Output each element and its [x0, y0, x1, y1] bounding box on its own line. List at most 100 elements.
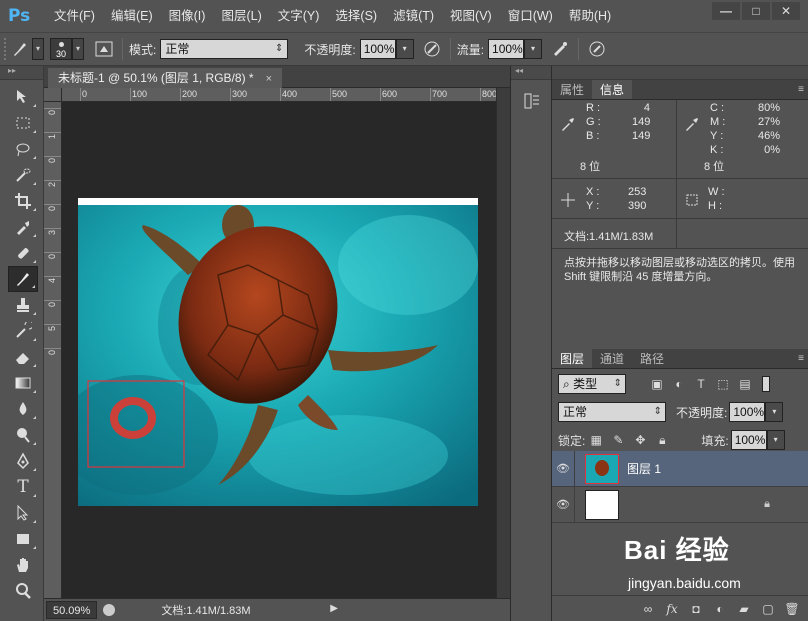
- new-adjustment-icon[interactable]: ◐: [712, 602, 728, 616]
- pressure-opacity-icon[interactable]: [420, 37, 444, 61]
- tab-properties[interactable]: 属性: [552, 80, 592, 99]
- lock-image-icon[interactable]: ✎: [607, 433, 629, 447]
- layer-name[interactable]: 图层 1: [627, 460, 661, 477]
- filter-smart-object-icon[interactable]: ▤: [734, 377, 756, 391]
- filter-adjustment-icon[interactable]: ◐: [668, 377, 690, 391]
- crop-tool-icon[interactable]: [8, 188, 38, 214]
- layer-row[interactable]: 👁︎ 图层 1: [552, 450, 808, 487]
- menu-window[interactable]: 窗口(W): [500, 0, 561, 32]
- clone-stamp-tool-icon[interactable]: [8, 292, 38, 318]
- status-menu-arrow-icon[interactable]: ▶: [330, 603, 338, 614]
- dodge-tool-icon[interactable]: [8, 422, 38, 448]
- eraser-tool-icon[interactable]: [8, 344, 38, 370]
- link-layers-icon[interactable]: ∞: [640, 602, 656, 616]
- share-icon[interactable]: [103, 604, 116, 616]
- history-panel-icon[interactable]: [521, 92, 543, 114]
- new-group-icon[interactable]: ▰: [736, 602, 752, 616]
- blend-mode-select[interactable]: 正常: [558, 402, 666, 422]
- panel-menu-icon[interactable]: ≡: [798, 84, 804, 95]
- menu-layer[interactable]: 图层(L): [213, 0, 269, 32]
- brush-panel-toggle-icon[interactable]: [92, 37, 116, 61]
- panel-dock-header[interactable]: ◂◂: [511, 66, 551, 80]
- ruler-corner[interactable]: [44, 88, 62, 102]
- menu-image[interactable]: 图像(I): [161, 0, 214, 32]
- close-button[interactable]: ✕: [772, 2, 800, 20]
- tab-layers[interactable]: 图层: [552, 349, 593, 368]
- layers-panel-menu-icon[interactable]: ≡: [798, 353, 804, 364]
- lasso-tool-icon[interactable]: [8, 136, 38, 162]
- document-tab-bar: 未标题-1 @ 50.1% (图层 1, RGB/8) * ×: [44, 66, 510, 88]
- eyedropper-tool-icon[interactable]: [8, 214, 38, 240]
- ruler-tick: [44, 348, 61, 349]
- minimize-button[interactable]: —: [712, 2, 740, 20]
- maximize-button[interactable]: □: [742, 2, 770, 20]
- menu-filter[interactable]: 滤镜(T): [385, 0, 442, 32]
- filter-pixel-icon[interactable]: ▣: [646, 377, 668, 391]
- rgb-eyedropper-icon[interactable]: [560, 116, 576, 132]
- pen-tool-icon[interactable]: [8, 448, 38, 474]
- lock-transparent-icon[interactable]: ▦: [585, 433, 607, 447]
- marquee-tool-icon[interactable]: [8, 110, 38, 136]
- tab-paths[interactable]: 路径: [632, 349, 672, 368]
- menu-edit[interactable]: 编辑(E): [103, 0, 161, 32]
- airbrush-icon[interactable]: [548, 37, 572, 61]
- blur-tool-icon[interactable]: [8, 396, 38, 422]
- menu-select[interactable]: 选择(S): [327, 0, 385, 32]
- menu-view[interactable]: 视图(V): [442, 0, 500, 32]
- horizontal-ruler[interactable]: 0 100 200 300 400 500 600 700 800: [62, 88, 496, 102]
- fill-input[interactable]: 100%: [730, 430, 767, 450]
- vertical-ruler[interactable]: 0 1 0 2 0 3 0 4 0 5 0: [44, 102, 62, 598]
- visibility-eye-icon[interactable]: 👁︎: [552, 498, 574, 511]
- info-panel-header[interactable]: [552, 66, 808, 80]
- lock-position-icon[interactable]: ✥: [629, 433, 651, 447]
- layer-opacity-input[interactable]: 100%: [729, 402, 766, 422]
- mode-select[interactable]: 正常: [160, 39, 289, 59]
- history-brush-tool-icon[interactable]: [8, 318, 38, 344]
- filter-type-icon[interactable]: T: [690, 377, 712, 391]
- brush-tool-icon[interactable]: [8, 266, 38, 292]
- flow-input[interactable]: 100%: [488, 39, 525, 59]
- move-tool-icon[interactable]: [8, 84, 38, 110]
- filter-kind-select[interactable]: ⌕ 类型: [558, 374, 626, 394]
- brush-preset-dropdown[interactable]: ▾: [72, 38, 84, 60]
- delete-layer-icon[interactable]: 🗑︎: [784, 602, 800, 616]
- lock-all-icon[interactable]: 🔒︎: [651, 433, 673, 448]
- visibility-eye-icon[interactable]: 👁︎: [552, 462, 574, 475]
- menu-file[interactable]: 文件(F): [46, 0, 103, 32]
- pressure-size-icon[interactable]: [585, 37, 609, 61]
- menu-type[interactable]: 文字(Y): [270, 0, 328, 32]
- rectangle-tool-icon[interactable]: [8, 526, 38, 552]
- layer-row[interactable]: 👁︎ 🔒︎: [552, 486, 808, 523]
- brush-preset-picker[interactable]: 30: [50, 38, 72, 60]
- vertical-scrollbar[interactable]: [496, 88, 510, 598]
- quick-selection-tool-icon[interactable]: [8, 162, 38, 188]
- path-selection-tool-icon[interactable]: [8, 500, 38, 526]
- menu-help[interactable]: 帮助(H): [561, 0, 619, 32]
- gradient-tool-icon[interactable]: [8, 370, 38, 396]
- new-layer-icon[interactable]: ▢: [760, 602, 776, 616]
- document-close-icon[interactable]: ×: [266, 73, 272, 85]
- zoom-level-input[interactable]: 50.09%: [46, 601, 98, 619]
- layer-opacity-dropdown[interactable]: ▾: [765, 402, 784, 422]
- filter-toggle[interactable]: [762, 376, 770, 392]
- layer-style-icon[interactable]: fx: [664, 602, 680, 616]
- healing-brush-tool-icon[interactable]: [8, 240, 38, 266]
- tool-preset-dropdown[interactable]: ▾: [32, 38, 44, 60]
- fill-dropdown[interactable]: ▾: [766, 430, 785, 450]
- tab-channels[interactable]: 通道: [592, 349, 632, 368]
- tab-info[interactable]: 信息: [592, 80, 633, 99]
- document-canvas[interactable]: [78, 198, 478, 506]
- flow-dropdown[interactable]: ▾: [524, 39, 543, 59]
- type-tool-icon[interactable]: T: [8, 474, 38, 500]
- filter-shape-icon[interactable]: ⬚: [712, 377, 734, 391]
- hand-tool-icon[interactable]: [8, 552, 38, 578]
- add-mask-icon[interactable]: ◘: [688, 602, 704, 616]
- opacity-input[interactable]: 100%: [359, 39, 396, 59]
- zoom-tool-icon[interactable]: [8, 578, 38, 604]
- document-tab[interactable]: 未标题-1 @ 50.1% (图层 1, RGB/8) * ×: [48, 68, 283, 88]
- cmyk-eyedropper-icon[interactable]: [684, 116, 700, 132]
- brush-tool-icon[interactable]: [8, 37, 32, 61]
- opacity-dropdown[interactable]: ▾: [395, 39, 414, 59]
- toolbox-header[interactable]: ▸▸: [0, 66, 43, 80]
- ruler-tick-label: 400: [282, 89, 298, 99]
